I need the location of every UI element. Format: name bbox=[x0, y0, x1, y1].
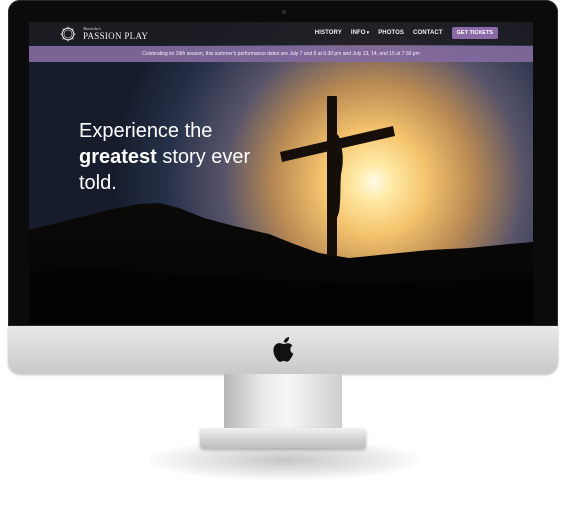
get-tickets-button[interactable]: GET TICKETS bbox=[451, 27, 498, 39]
top-navbar: Manitoba's PASSION PLAY HISTORY INFO▾ PH… bbox=[29, 22, 533, 45]
apple-logo-icon bbox=[273, 337, 294, 362]
camera-icon bbox=[282, 10, 286, 14]
nav-photos[interactable]: PHOTOS bbox=[378, 30, 404, 36]
hero-emphasis: greatest bbox=[79, 146, 157, 168]
imac-foot bbox=[200, 428, 366, 448]
hero-line-3: told. bbox=[79, 172, 117, 194]
hero-line-1: Experience the bbox=[79, 120, 213, 142]
browser-screen: Manitoba's PASSION PLAY HISTORY INFO▾ PH… bbox=[29, 22, 533, 324]
nav-menu: HISTORY INFO▾ PHOTOS CONTACT GET TICKETS bbox=[306, 27, 498, 39]
nav-history[interactable]: HISTORY bbox=[315, 30, 342, 36]
hero-line-2: greatest story ever bbox=[79, 144, 289, 170]
nav-info-label: INFO bbox=[350, 30, 366, 36]
nav-contact[interactable]: CONTACT bbox=[413, 30, 443, 36]
imac-stand bbox=[224, 374, 342, 432]
announcement-bar: Celebrating its 19th season, this summer… bbox=[29, 46, 533, 62]
crown-of-thorns-icon bbox=[60, 26, 76, 42]
hero-headline: Experience the greatest story ever told. bbox=[79, 118, 289, 196]
brand-name: PASSION PLAY bbox=[83, 31, 149, 41]
hero-line-2-rest: story ever bbox=[162, 146, 251, 168]
nav-info[interactable]: INFO▾ bbox=[351, 30, 369, 36]
caret-down-icon: ▾ bbox=[366, 30, 370, 36]
